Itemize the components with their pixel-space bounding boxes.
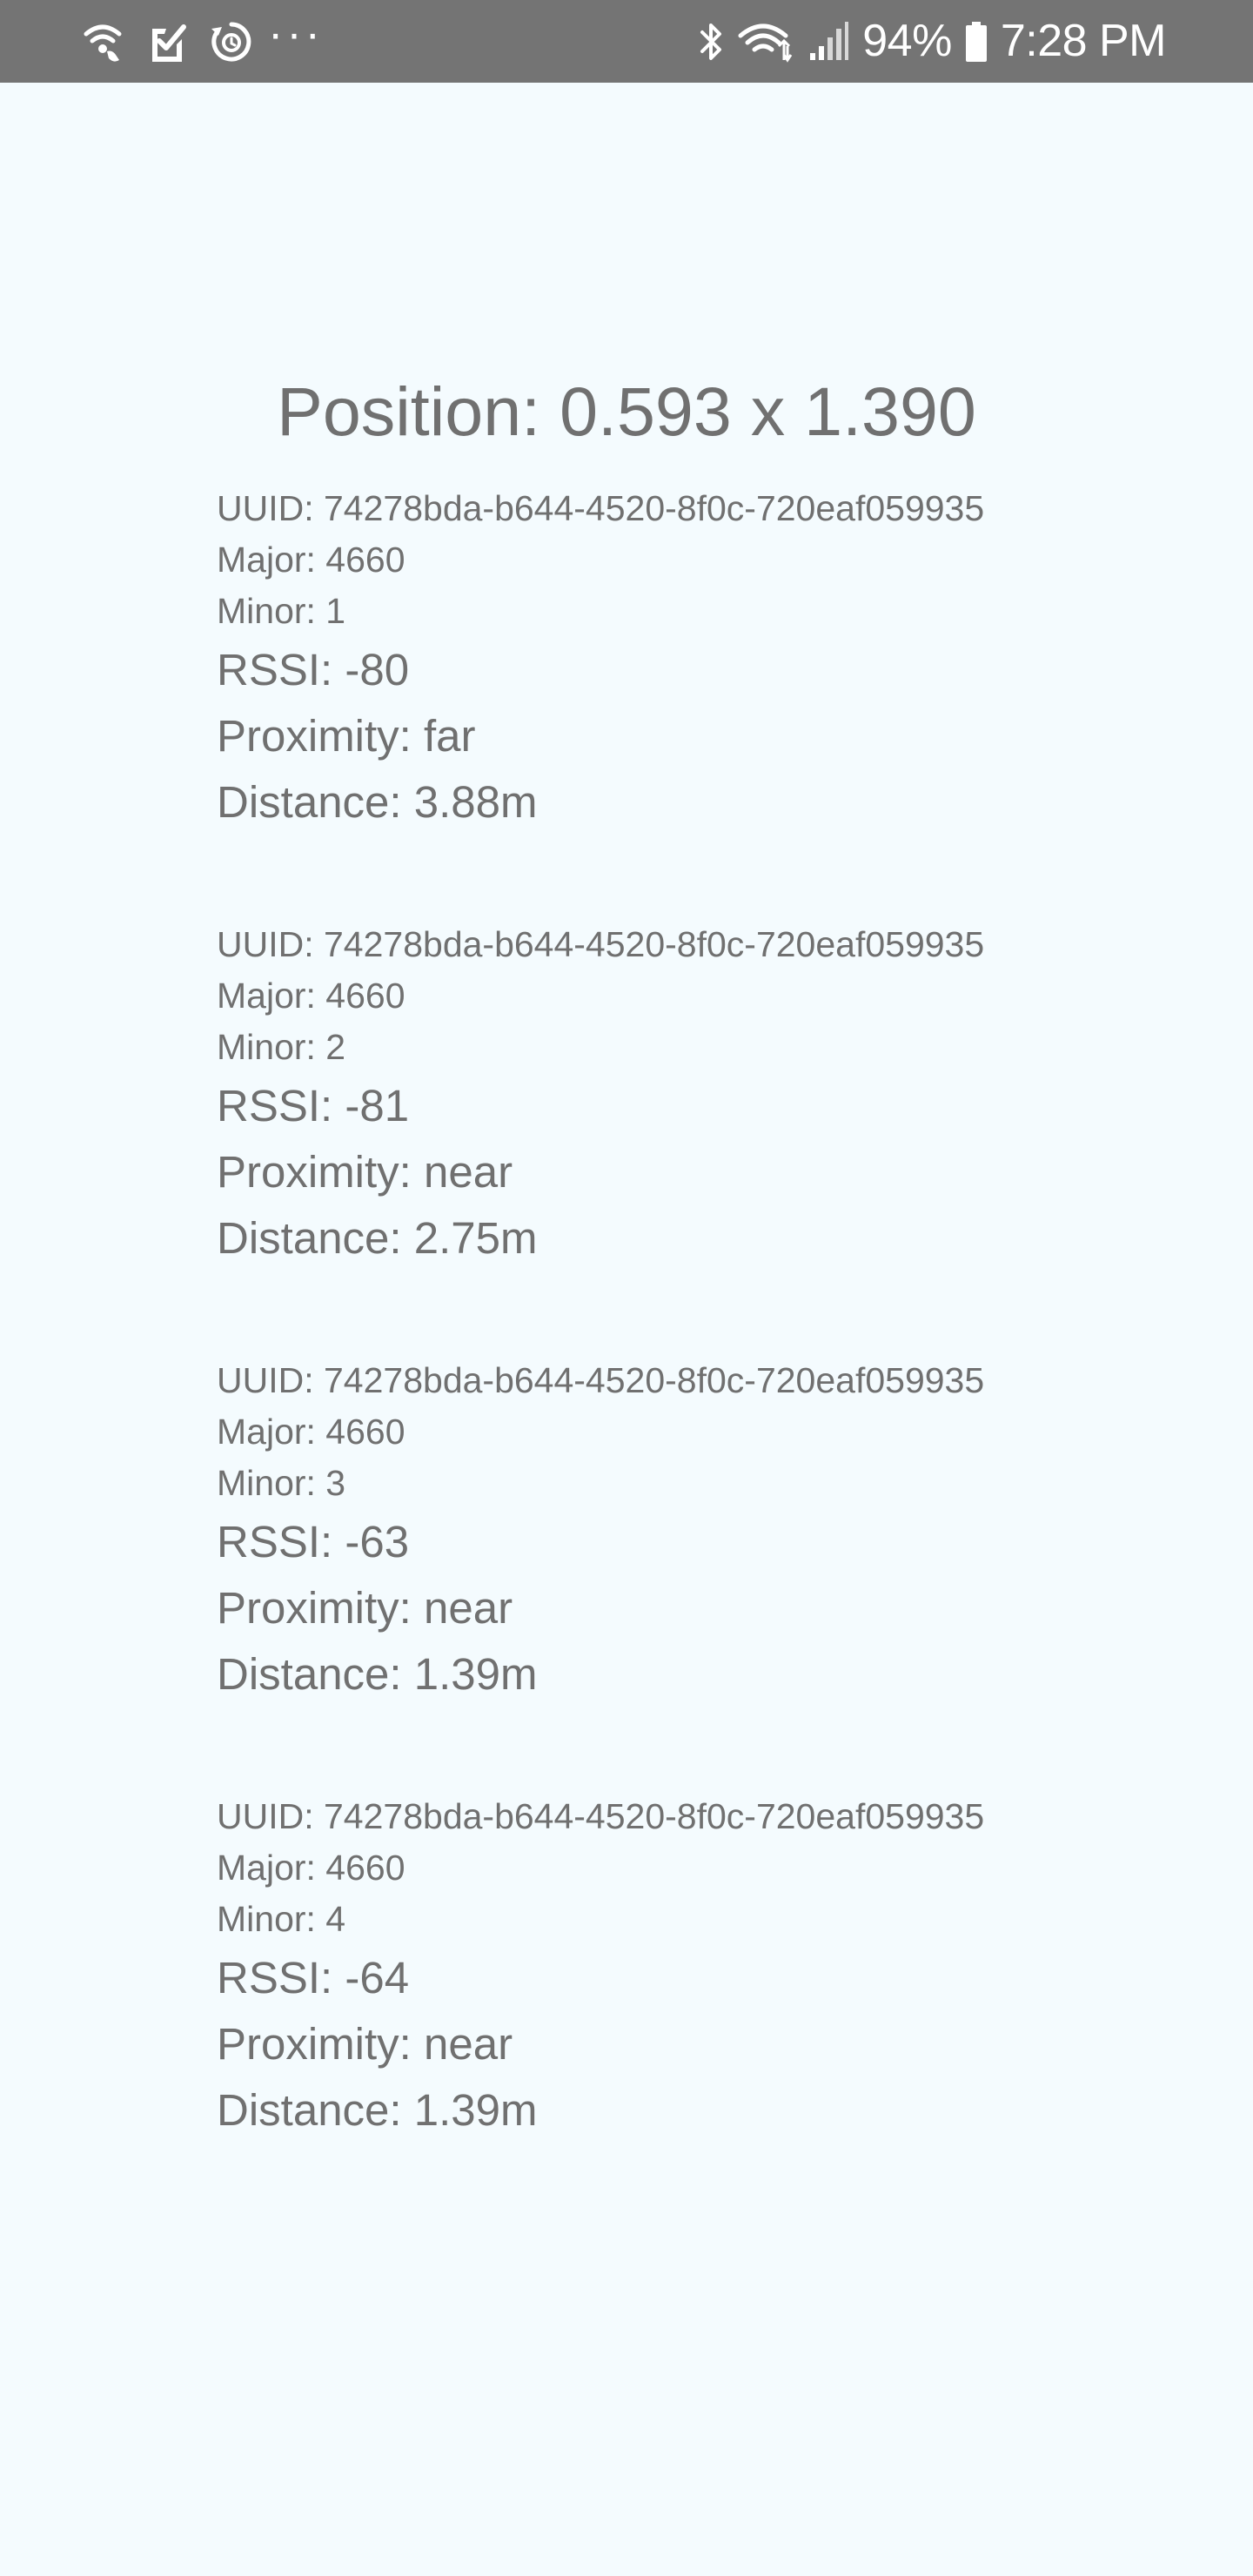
system-icons: 94% 7:28 PM [699, 0, 1167, 83]
wifi-icon [737, 19, 794, 64]
beacon-rssi: RSSI: -63 [217, 1517, 410, 1566]
beacon-card: UUID: 74278bda-b644-4520-8f0c-720eaf0599… [217, 1355, 1174, 1791]
beacon-list: UUID: 74278bda-b644-4520-8f0c-720eaf0599… [217, 483, 1174, 2227]
beacon-card: UUID: 74278bda-b644-4520-8f0c-720eaf0599… [217, 1791, 1174, 2227]
clipboard-check-icon [144, 19, 190, 64]
battery-percent: 94% [862, 16, 952, 66]
status-bar: ··· 94% 7:28 PM [0, 0, 1253, 83]
beacon-uuid: UUID: 74278bda-b644-4520-8f0c-720eaf0599… [217, 924, 985, 964]
beacon-rssi: RSSI: -80 [217, 645, 410, 694]
beacon-major: Major: 4660 [217, 976, 405, 1016]
beacon-major: Major: 4660 [217, 540, 405, 580]
beacon-rssi: RSSI: -64 [217, 1953, 410, 2002]
beacon-proximity: Proximity: near [217, 1147, 513, 1197]
notification-icons: ··· [80, 0, 324, 83]
beacon-uuid: UUID: 74278bda-b644-4520-8f0c-720eaf0599… [217, 1796, 985, 1836]
sync-clock-icon [209, 19, 254, 64]
beacon-minor: Minor: 2 [217, 1027, 346, 1067]
beacon-minor: Minor: 4 [217, 1899, 346, 1939]
beacon-proximity: Proximity: near [217, 2019, 513, 2069]
beacon-distance: Distance: 1.39m [217, 1649, 538, 1699]
beacon-minor: Minor: 3 [217, 1463, 346, 1503]
beacon-distance: Distance: 3.88m [217, 777, 538, 827]
beacon-card: UUID: 74278bda-b644-4520-8f0c-720eaf0599… [217, 919, 1174, 1355]
beacon-minor: Minor: 1 [217, 591, 346, 631]
beacon-major: Major: 4660 [217, 1412, 405, 1452]
beacon-uuid: UUID: 74278bda-b644-4520-8f0c-720eaf0599… [217, 1360, 985, 1400]
wifi-call-icon [80, 19, 125, 64]
clock: 7:28 PM [1000, 16, 1167, 66]
position-readout: Position: 0.593 x 1.390 [277, 372, 976, 450]
more-icon: ··· [268, 8, 324, 59]
beacon-major: Major: 4660 [217, 1848, 405, 1888]
beacon-distance: Distance: 2.75m [217, 1213, 538, 1263]
bluetooth-icon [699, 19, 725, 64]
beacon-proximity: Proximity: near [217, 1583, 513, 1633]
beacon-proximity: Proximity: far [217, 711, 476, 761]
beacon-rssi: RSSI: -81 [217, 1081, 410, 1130]
beacon-uuid: UUID: 74278bda-b644-4520-8f0c-720eaf0599… [217, 488, 985, 528]
beacon-card: UUID: 74278bda-b644-4520-8f0c-720eaf0599… [217, 483, 1174, 919]
beacon-distance: Distance: 1.39m [217, 2085, 538, 2135]
signal-icon [807, 19, 850, 64]
battery-icon [964, 19, 988, 64]
